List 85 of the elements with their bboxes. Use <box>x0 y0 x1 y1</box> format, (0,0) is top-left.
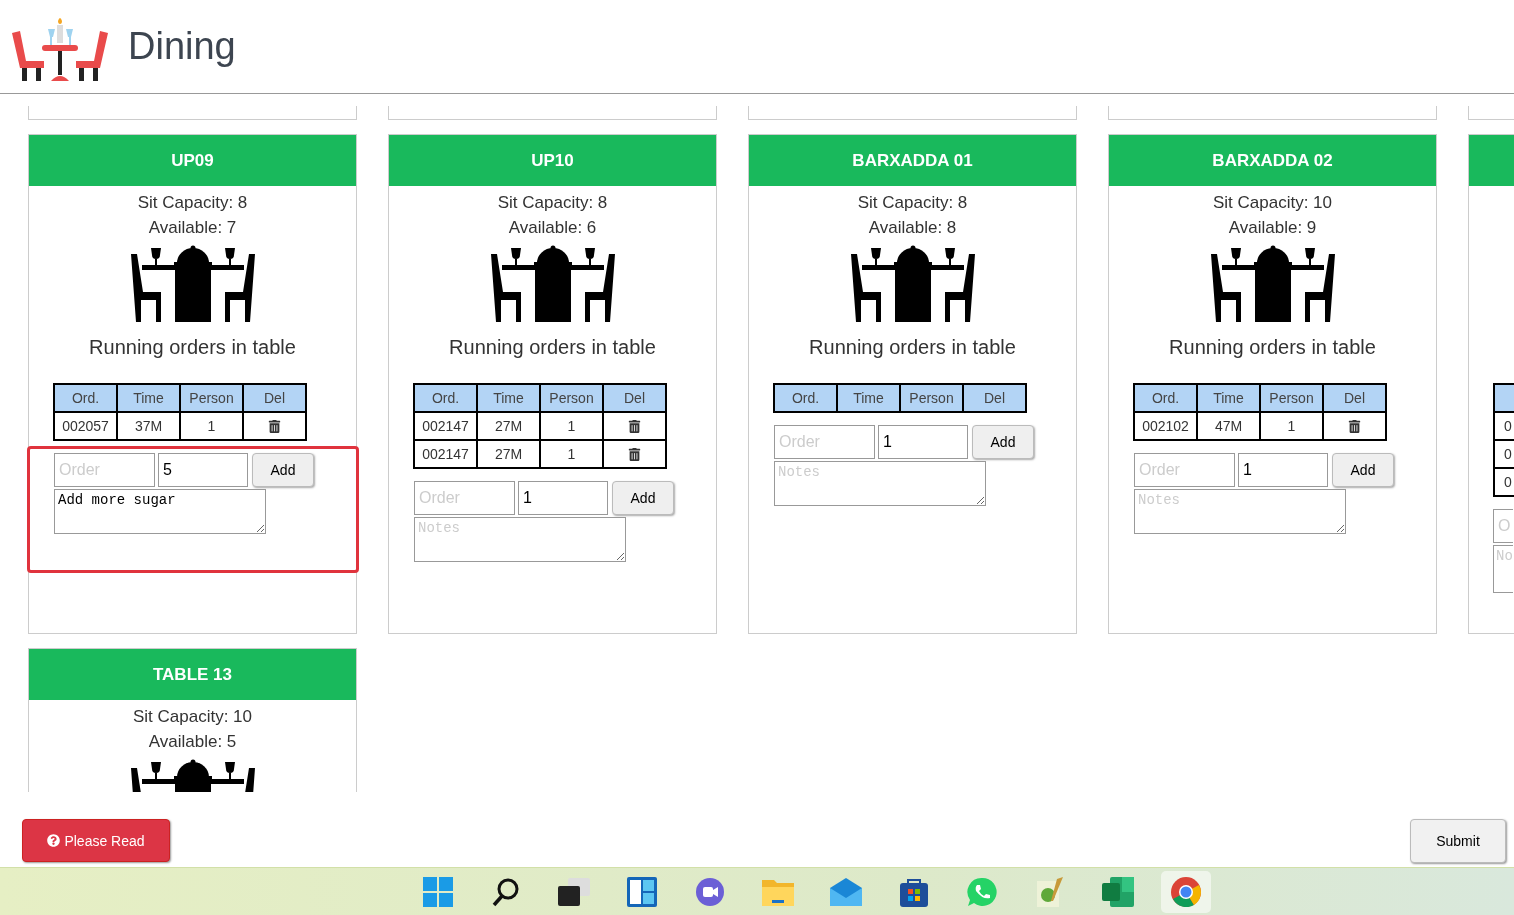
browser-icon[interactable] <box>1170 875 1202 908</box>
table-header-cell: Person <box>180 384 243 412</box>
quantity-field[interactable]: 1 <box>1238 453 1328 487</box>
capacity-text: Sit Capacity: 10 <box>132 706 253 728</box>
search-icon[interactable] <box>492 876 520 907</box>
card-stub <box>1468 106 1514 120</box>
table-header-cell: Time <box>477 384 540 412</box>
trash-icon[interactable] <box>628 419 641 433</box>
table-header-cell: Person <box>900 384 963 412</box>
app-title: Dining <box>128 25 236 68</box>
table-header-cell: Ord. <box>54 384 117 412</box>
table-cell: 1 <box>180 412 243 440</box>
quantity-field[interactable]: 1 <box>518 481 608 515</box>
video-chat-icon[interactable] <box>695 876 725 907</box>
table-header-cell: Person <box>1260 384 1323 412</box>
capacity-text: Sit Capacity: 8 <box>137 192 248 214</box>
dining-table-icon <box>848 244 977 322</box>
table-cell: 47M <box>1197 412 1260 440</box>
card-title: UP10 <box>389 135 716 186</box>
table-cell: 0 <box>1494 440 1514 468</box>
table-header-cell: Ord. <box>774 384 837 412</box>
table-cell: 002147 <box>414 412 477 440</box>
section-heading: Running orders in table <box>449 336 656 359</box>
table-cell: 27M <box>477 412 540 440</box>
table-header-cell: Del <box>243 384 306 412</box>
help-icon <box>47 834 61 847</box>
section-heading: Running orders in table <box>1169 336 1376 359</box>
capacity-text: Sit Capacity: 10 <box>1212 192 1333 214</box>
dining-table-icon <box>1208 244 1337 322</box>
table-header-cell: Ord. <box>1134 384 1197 412</box>
table-cell: 27M <box>477 440 540 468</box>
widgets-icon[interactable] <box>627 876 657 907</box>
submit-button[interactable]: Submit <box>1410 819 1506 863</box>
available-text: Available: 8 <box>868 217 957 239</box>
trash-icon[interactable] <box>628 447 641 461</box>
table-cell: 1 <box>540 440 603 468</box>
card-title: BARXADDA 01 <box>749 135 1076 186</box>
table-header-cell: Del <box>603 384 666 412</box>
table-cell: 1 <box>1260 412 1323 440</box>
table-cell: 002102 <box>1134 412 1197 440</box>
table-cell: 0 <box>1494 412 1514 440</box>
trash-icon[interactable] <box>1348 419 1361 433</box>
table-header-cell: Person <box>540 384 603 412</box>
store-bag-icon[interactable] <box>899 876 929 907</box>
table-header-cell: Time <box>117 384 180 412</box>
table-cell: 1 <box>540 412 603 440</box>
card-title: TABLE 13 <box>29 649 356 700</box>
table-cell: 37M <box>117 412 180 440</box>
available-text: Available: 7 <box>148 217 237 239</box>
please-read-button[interactable]: Please Read <box>22 819 170 862</box>
add-button[interactable]: Add <box>1332 453 1394 487</box>
table-header-cell: Del <box>963 384 1026 412</box>
available-text: Available: 9 <box>1228 217 1317 239</box>
folder-icon[interactable] <box>762 877 794 906</box>
section-heading: Running orders in table <box>89 336 296 359</box>
trash-icon[interactable] <box>268 419 281 433</box>
available-text: Available: 6 <box>508 217 597 239</box>
add-button[interactable]: Add <box>252 453 314 487</box>
available-text: Available: 5 <box>148 731 237 753</box>
capacity-text: Sit Capacity: 8 <box>857 192 968 214</box>
table-header-cell: Del <box>1323 384 1386 412</box>
notepad-icon[interactable] <box>1035 876 1065 907</box>
section-heading: Running orders in table <box>809 336 1016 359</box>
start-icon[interactable] <box>423 876 453 907</box>
card-title: BARXADDA 02 <box>1109 135 1436 186</box>
dining-table-icon <box>488 244 617 322</box>
add-button[interactable]: Add <box>612 481 674 515</box>
task-view-icon[interactable] <box>558 877 590 906</box>
table-cell: 002057 <box>54 412 117 440</box>
quantity-field[interactable]: 5 <box>158 453 248 487</box>
spreadsheet-icon[interactable] <box>1102 876 1134 907</box>
dining-table-icon <box>128 244 257 322</box>
table-header-cell: Ord. <box>414 384 477 412</box>
table-header-cell <box>1494 384 1514 412</box>
card-title: UP09 <box>29 135 356 186</box>
notes-field[interactable]: Add more sugar <box>54 489 266 534</box>
table-header-cell: Time <box>837 384 900 412</box>
table-header-cell: Time <box>1197 384 1260 412</box>
card-header <box>1469 135 1514 186</box>
table-cell: 0 <box>1494 468 1514 496</box>
capacity-text: Sit Capacity: 8 <box>497 192 608 214</box>
quantity-field[interactable]: 1 <box>878 425 968 459</box>
add-button[interactable]: Add <box>972 425 1034 459</box>
mail-icon[interactable] <box>830 877 862 906</box>
table-cell: 002147 <box>414 440 477 468</box>
